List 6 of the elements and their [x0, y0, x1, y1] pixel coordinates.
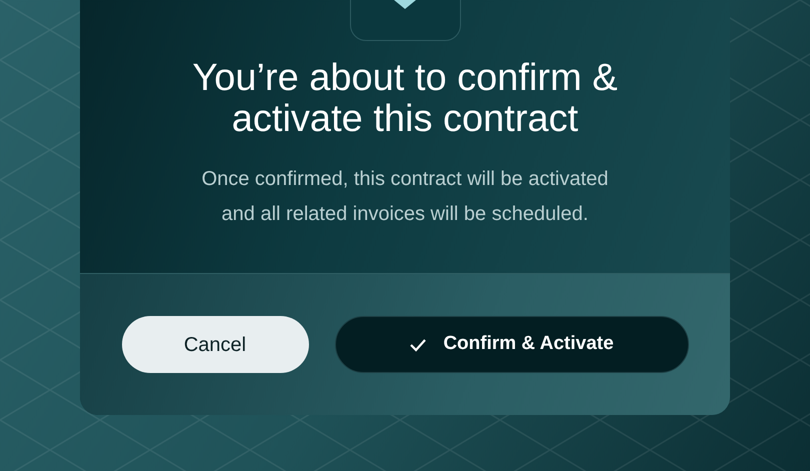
- dialog-message: and all related invoices will be scheduled.: [222, 202, 588, 227]
- confirm-button[interactable]: Confirm & Activate: [334, 316, 688, 373]
- dialog-message: Once confirmed, this contract will be activated: [202, 167, 608, 192]
- check-icon: [409, 338, 428, 352]
- cancel-button[interactable]: Cancel: [122, 316, 308, 373]
- dialog-title: You’re about to confirm & activate this contract: [191, 58, 619, 140]
